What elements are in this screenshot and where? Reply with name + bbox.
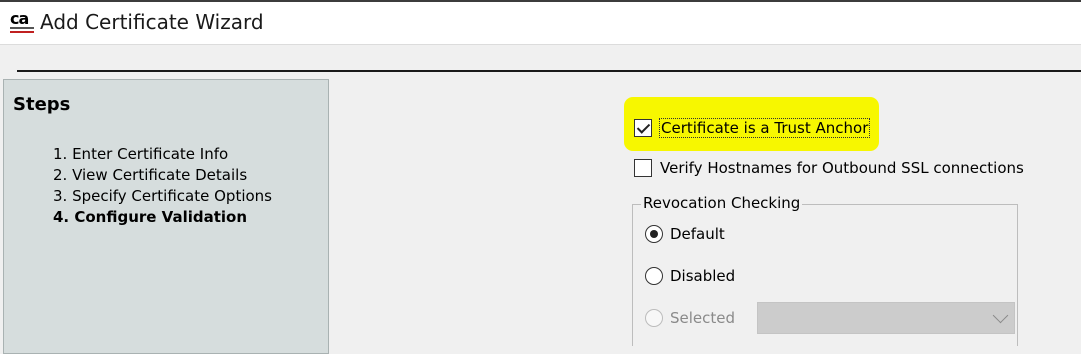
step-item: 3. Specify Certificate Options — [53, 187, 272, 205]
logo-bar-dark — [10, 27, 34, 29]
step-item: 1. Enter Certificate Info — [53, 145, 229, 163]
revocation-selected-option: Selected — [645, 307, 735, 329]
step-item-current: 4. Configure Validation — [53, 208, 248, 226]
logo-bar-red — [10, 31, 34, 33]
logo-text: ca — [10, 9, 29, 28]
header-divider — [17, 70, 1081, 72]
trust-anchor-option[interactable]: Certificate is a Trust Anchor — [634, 116, 871, 140]
title-bar-top-border — [0, 0, 1081, 2]
trust-anchor-checkbox[interactable] — [634, 119, 652, 137]
steps-panel: Steps 1. Enter Certificate Info 2. View … — [3, 79, 329, 354]
revocation-selected-dropdown — [757, 302, 1015, 334]
revocation-default-label[interactable]: Default — [670, 225, 725, 243]
revocation-disabled-option[interactable]: Disabled — [645, 265, 735, 287]
verify-hostnames-option[interactable]: Verify Hostnames for Outbound SSL connec… — [634, 156, 1024, 180]
chevron-down-icon — [992, 307, 1009, 324]
revocation-default-radio[interactable] — [645, 225, 663, 243]
revocation-default-option[interactable]: Default — [645, 223, 725, 245]
revocation-group-legend: Revocation Checking — [641, 194, 803, 212]
steps-list: 1. Enter Certificate Info 2. View Certif… — [53, 144, 272, 228]
trust-anchor-label[interactable]: Certificate is a Trust Anchor — [658, 118, 871, 138]
title-bar: ca Add Certificate Wizard — [0, 0, 1081, 45]
revocation-selected-label: Selected — [670, 309, 736, 327]
verify-hostnames-label[interactable]: Verify Hostnames for Outbound SSL connec… — [660, 159, 1024, 177]
revocation-selected-radio — [645, 309, 663, 327]
revocation-disabled-radio[interactable] — [645, 267, 663, 285]
window-title: Add Certificate Wizard — [40, 10, 264, 34]
verify-hostnames-checkbox[interactable] — [634, 159, 652, 177]
ca-logo-icon: ca — [9, 9, 37, 35]
step-item: 2. View Certificate Details — [53, 166, 248, 184]
revocation-disabled-label[interactable]: Disabled — [670, 267, 735, 285]
steps-heading: Steps — [13, 94, 71, 115]
